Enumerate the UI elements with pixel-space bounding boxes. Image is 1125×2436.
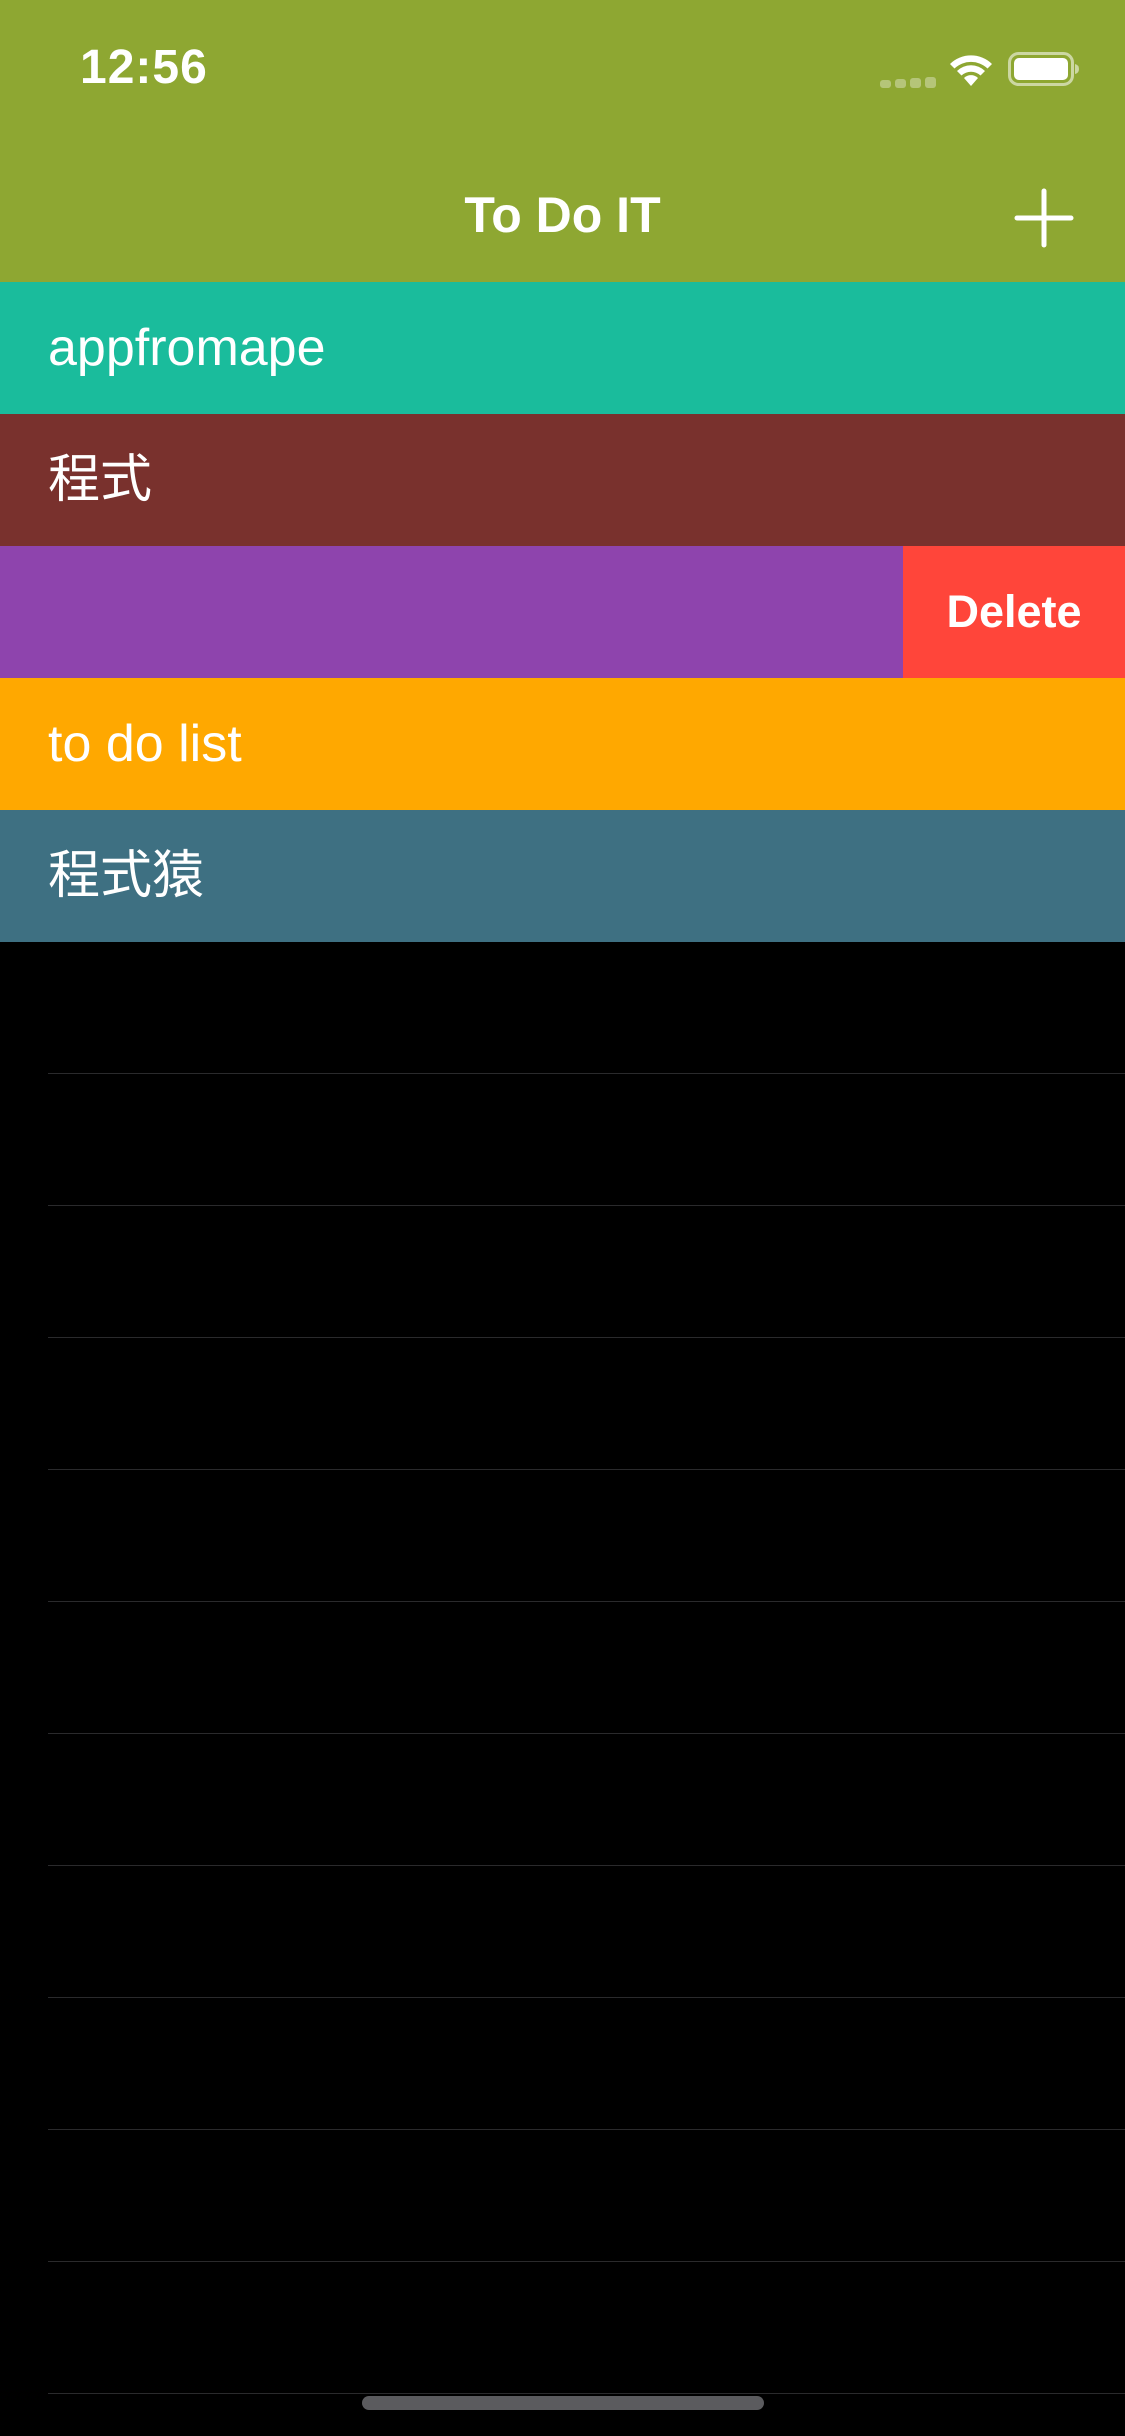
navigation-header: 12:56 To Do IT (0, 0, 1125, 282)
list-item-label: to do list (48, 715, 242, 773)
wifi-icon (946, 48, 996, 88)
list-item-label: 程式 (48, 451, 153, 509)
home-indicator[interactable] (362, 2396, 764, 2410)
cellular-signal-icon (880, 76, 936, 88)
page-title: To Do IT (464, 187, 661, 243)
list-item[interactable]: 程式 (0, 414, 1125, 546)
row-separator (48, 1997, 1125, 1998)
list-item-label: 程式猿 (48, 847, 205, 905)
plus-icon (1014, 188, 1074, 248)
row-separator (48, 2261, 1125, 2262)
row-separator (48, 1337, 1125, 1338)
list-item-label: appfromape (48, 319, 326, 377)
delete-button[interactable]: Delete (903, 546, 1125, 678)
row-separator (48, 1733, 1125, 1734)
status-time: 12:56 (80, 41, 208, 94)
list-item[interactable]: to do list (0, 678, 1125, 810)
row-separator (48, 2129, 1125, 2130)
row-separator (48, 1865, 1125, 1866)
row-separator (48, 2393, 1125, 2394)
row-separator (48, 1073, 1125, 1074)
row-separator (48, 1601, 1125, 1602)
list-item[interactable]: Delete (0, 546, 1125, 678)
row-separator (48, 1205, 1125, 1206)
list-item[interactable]: appfromape (0, 282, 1125, 414)
row-separator (48, 1469, 1125, 1470)
battery-icon (1008, 52, 1080, 86)
empty-table-area (0, 942, 1125, 2436)
todo-list: appfromape 程式 Delete to do list 程式猿 (0, 282, 1125, 942)
add-item-button[interactable] (1014, 188, 1074, 248)
list-item[interactable]: 程式猿 (0, 810, 1125, 942)
